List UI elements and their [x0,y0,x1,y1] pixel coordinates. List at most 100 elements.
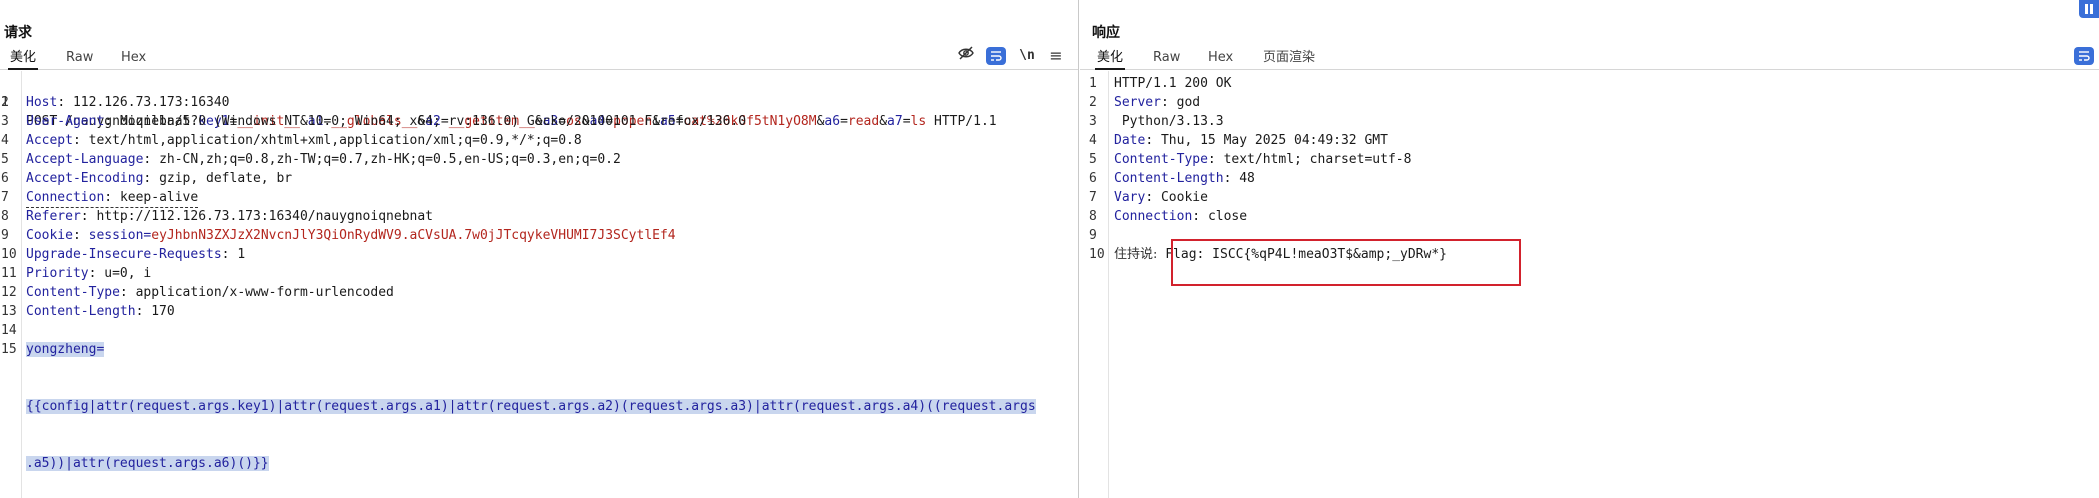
header-name: Vary [1114,190,1146,205]
tab-hex[interactable]: Hex [119,48,147,70]
tab-pretty[interactable]: 美化 [8,48,38,70]
line-number: 8 [1,209,9,224]
status-line: HTTP/1.1 200 OK [1114,76,1232,91]
header-value: Mozilla/5.0 (Windows NT 10.0; Win64; x64… [119,114,747,129]
code-line: 5 Accept-Language: zh-CN,zh;q=0.8,zh-TW;q… [1,152,621,167]
line-number: 9 [1089,228,1097,243]
code-line: 8 Referer: http://112.126.73.173:16340/na… [1,209,433,224]
response-body-prefix: 住持说: [1114,247,1158,262]
header-value: text/html; charset=utf-8 [1223,152,1412,167]
header-value: 1 [237,247,246,262]
line-number: 1 [1089,76,1097,91]
line-number: 4 [1,133,9,148]
code-line: 5 Content-Type: text/html; charset=utf-8 [1089,152,1412,167]
line-number: 3 [1,114,9,129]
body-payload-line: .a5))|attr(request.args.a6)()}} [26,456,269,471]
code-line: {{config|attr(request.args.key1)|attr(re… [0,359,1078,471]
line-number: 2 [1089,95,1097,110]
header-value: u=0, i [104,266,152,281]
header-value: Python/3.13.3 [1114,114,1224,129]
newline-toggle-icon[interactable]: \n [1017,46,1037,66]
code-line: 3 Python/3.13.3 [1088,112,2099,131]
request-pane: 请求 美化 Raw Hex \n ≡ 1 POST /nauygnoiqnebn… [0,0,1079,498]
line-number: 11 [1,266,17,281]
wrap-lines-icon[interactable] [2074,47,2094,65]
code-line: 4 Date: Thu, 15 May 2025 04:49:32 GMT [1089,133,1388,148]
header-value: god [1176,95,1201,110]
tab-pretty[interactable]: 美化 [1095,48,1125,70]
header-name: Content-Length [1114,171,1224,186]
request-editor[interactable]: 1 POST /nauygnoiqnebnat?key1=__init__&a1… [0,74,1078,471]
header-name: Connection [26,190,105,205]
line-number: 10 [1,247,17,262]
header-name: Accept-Language [26,152,144,167]
header-value: keep-alive [119,190,199,205]
wrap-lines-icon[interactable] [986,47,1006,65]
code-line: 4 Accept: text/html,application/xhtml+xml… [1,133,582,148]
line-number: 6 [1089,171,1097,186]
header-name: Priority [26,266,89,281]
request-title: 请求 [4,25,32,41]
hide-eye-icon[interactable] [956,46,976,66]
line-number: 12 [1,285,17,300]
code-line: 2 Host: 112.126.73.173:16340 [1,95,230,110]
header-value: Thu, 15 May 2025 04:49:32 GMT [1160,133,1388,148]
header-name: Content-Length [26,304,136,319]
body-key: yongzheng= [26,342,105,357]
code-line: 15 yongzheng= [0,340,1078,359]
code-line: 11 Priority: u=0, i [1,266,152,281]
header-name: Accept-Encoding [26,171,144,186]
line-number: 2 [1,95,9,110]
tab-hex[interactable]: Hex [1206,48,1234,70]
header-value: close [1207,209,1248,224]
code-line: 3 User-Agent: Mozilla/5.0 (Windows NT 10.… [1,114,747,129]
code-line: 6 Content-Length: 48 [1089,171,1255,186]
code-line: 2 Server: god [1089,95,1201,110]
header-value: Cookie [1160,190,1208,205]
line-number: 8 [1089,209,1097,224]
line-number: 7 [1,190,9,205]
header-name: Server [1114,95,1161,110]
cookie-value: eyJhbnN3ZXJzX2NvcnJlY3QiOnRydWV9.aCVsUA.… [151,228,676,243]
line-number: 6 [1,171,9,186]
menu-icon[interactable]: ≡ [1046,46,1066,66]
response-title: 响应 [1092,25,1120,41]
response-editor[interactable]: 1 HTTP/1.1 200 OK 2 Server: god 3 Python/3… [1088,74,2099,264]
header-name: Content-Type [26,285,120,300]
body-payload-line: {{config|attr(request.args.key1)|attr(re… [26,399,1036,414]
line-number: 5 [1,152,9,167]
code-line: 1 HTTP/1.1 200 OK [1088,74,2099,93]
code-line: 7 Vary: Cookie [1089,190,1208,205]
line-number: 7 [1089,190,1097,205]
header-name: Accept [26,133,73,148]
header-name: Cookie [26,228,73,243]
cookie-name: session= [88,228,152,243]
header-value: zh-CN,zh;q=0.8,zh-TW;q=0.7,zh-HK;q=0.5,e… [159,152,621,167]
line-number: 10 [1089,247,1105,262]
pause-icon[interactable] [2079,0,2099,18]
request-tabs: 美化 Raw Hex [0,48,1078,70]
tab-raw[interactable]: Raw [1151,48,1181,70]
header-value: application/x-www-form-urlencoded [135,285,394,300]
code-line: 10 Upgrade-Insecure-Requests: 1 [1,247,246,262]
code-line: 13 Content-Length: 170 [1,304,175,319]
code-line: 6 Accept-Encoding: gzip, deflate, br [1,171,293,186]
line-number: 3 [1089,114,1097,129]
line-number: 13 [1,304,17,319]
code-line: 1 POST /nauygnoiqnebnat?key1=__init__&a1… [0,74,1078,129]
header-name: Content-Type [1114,152,1208,167]
header-value: gzip, deflate, br [159,171,293,186]
header-value: 170 [151,304,175,319]
header-name: Upgrade-Insecure-Requests [26,247,222,262]
request-body: {{config|attr(request.args.key1)|attr(re… [26,359,1062,498]
line-number: 15 [1,342,17,357]
tab-render[interactable]: 页面渲染 [1260,48,1318,70]
code-line: 9 Cookie: session=eyJhbnN3ZXJzX2NvcnJlY3Q… [1,228,676,243]
response-tabs: 美化 Raw Hex 页面渲染 [1080,48,2099,70]
header-name: Referer [26,209,81,224]
header-value: text/html,application/xhtml+xml,applicat… [88,133,582,148]
code-line: 12 Content-Type: application/x-www-form-u… [1,285,394,300]
header-name: Host [26,95,58,110]
header-value: http://112.126.73.173:16340/nauygnoiqneb… [96,209,433,224]
tab-raw[interactable]: Raw [64,48,94,70]
